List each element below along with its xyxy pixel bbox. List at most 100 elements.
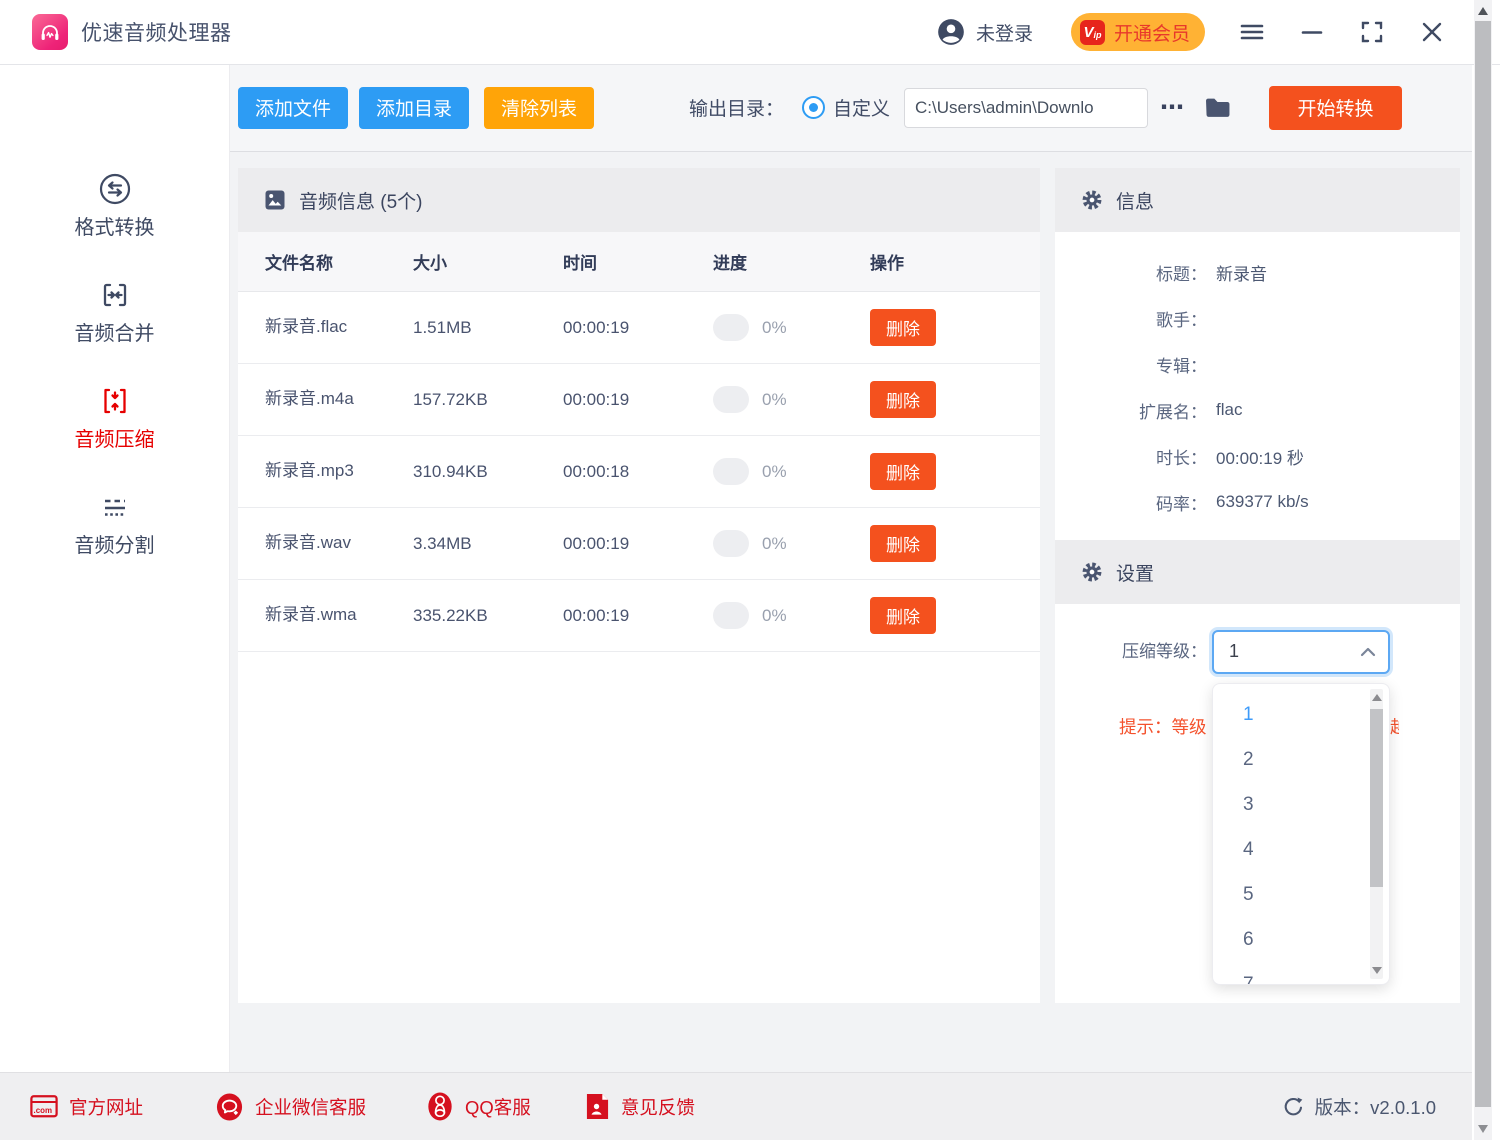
delete-button[interactable]: 删除 [870,381,936,418]
info-label: 标题： [1055,260,1207,285]
sidebar-item-label: 格式转换 [75,211,155,240]
sidebar-item-label: 音频分割 [75,529,155,558]
sidebar-item-audio-compress[interactable]: 音频压缩 [0,384,229,452]
open-folder-icon[interactable] [1203,95,1233,120]
add-folder-button[interactable]: 添加目录 [359,87,469,129]
file-size: 3.34MB [413,534,563,554]
app-logo-icon [32,14,68,50]
file-size: 1.51MB [413,318,563,338]
col-time: 时间 [563,249,713,274]
version-label: 版本：v2.0.1.0 [1315,1094,1436,1120]
col-size: 大小 [413,249,563,274]
svg-text:.com: .com [34,1106,53,1115]
table-row[interactable]: 新录音.wma 335.22KB 00:00:19 0% 删除 [238,580,1040,652]
file-table-panel: 音频信息 (5个) 文件名称 大小 时间 进度 操作 新录音.flac 1.51… [238,168,1040,1003]
table-row[interactable]: 新录音.flac 1.51MB 00:00:19 0% 删除 [238,292,1040,364]
menu-icon[interactable] [1239,19,1265,45]
footer-link-label: 企业微信客服 [255,1094,366,1120]
feedback-link[interactable]: 意见反馈 [585,1092,695,1121]
merge-icon [98,278,132,312]
scroll-down-icon[interactable] [1372,967,1382,974]
dropdown-option[interactable]: 7 [1213,962,1389,985]
progress-percent: 0% [762,534,787,554]
refresh-icon[interactable] [1282,1095,1305,1118]
info-label: 歌手： [1055,306,1207,331]
table-row[interactable]: 新录音.m4a 157.72KB 00:00:19 0% 删除 [238,364,1040,436]
table-column-headers: 文件名称 大小 时间 进度 操作 [238,232,1040,292]
scroll-up-icon[interactable] [1372,694,1382,701]
website-icon: .com [30,1094,58,1119]
sidebar-item-audio-split[interactable]: 音频分割 [0,490,229,558]
file-name: 新录音.flac [265,312,367,343]
file-name: 新录音.wma [265,600,367,631]
compress-level-dropdown: 1 2 3 4 5 6 7 [1212,683,1390,985]
progress-pill [713,314,749,341]
custom-radio-label: 自定义 [833,94,890,121]
window-scrollbar[interactable] [1474,0,1492,1140]
qq-support-link[interactable]: QQ客服 [426,1091,531,1122]
start-convert-button[interactable]: 开始转换 [1269,86,1402,130]
vip-icon: Vip [1080,20,1105,45]
progress-pill [713,602,749,629]
file-size: 157.72KB [413,390,563,410]
sidebar-item-label: 音频合并 [75,317,155,346]
titlebar: 优速音频处理器 未登录 Vip 开通会员 [0,0,1500,65]
col-progress: 进度 [713,249,870,274]
window-scrollbar-thumb[interactable] [1475,21,1491,1107]
dropdown-option[interactable]: 2 [1213,737,1389,782]
dropdown-scrollbar-thumb[interactable] [1370,709,1383,887]
dropdown-option[interactable]: 1 [1213,692,1389,737]
dropdown-scrollbar[interactable] [1370,689,1383,979]
info-value: 00:00:19 秒 [1216,444,1304,469]
info-value: 新录音 [1216,260,1267,285]
sidebar-item-audio-merge[interactable]: 音频合并 [0,278,229,346]
footer-link-label: 官方网址 [69,1094,143,1120]
content-area: 音频信息 (5个) 文件名称 大小 时间 进度 操作 新录音.flac 1.51… [230,152,1472,1072]
scroll-down-icon[interactable] [1478,1125,1488,1133]
compress-level-label: 压缩等级： [1055,630,1207,674]
login-button[interactable]: 未登录 [937,18,1033,46]
file-time: 00:00:19 [563,534,713,554]
dropdown-option[interactable]: 4 [1213,827,1389,872]
close-icon[interactable] [1419,19,1445,45]
info-label: 专辑： [1055,352,1207,377]
sidebar-item-format-convert[interactable]: 格式转换 [0,172,229,240]
table-row[interactable]: 新录音.wav 3.34MB 00:00:19 0% 删除 [238,508,1040,580]
delete-button[interactable]: 删除 [870,525,936,562]
dropdown-option[interactable]: 6 [1213,917,1389,962]
app-title: 优速音频处理器 [81,17,232,47]
file-size: 310.94KB [413,462,563,482]
chevron-up-icon [1360,646,1376,658]
delete-button[interactable]: 删除 [870,597,936,634]
file-size: 335.22KB [413,606,563,626]
compress-icon [98,384,132,418]
delete-button[interactable]: 删除 [870,309,936,346]
output-path-input[interactable] [904,88,1148,128]
progress-pill [713,458,749,485]
file-name: 新录音.m4a [265,384,367,415]
official-website-link[interactable]: .com 官方网址 [30,1094,143,1120]
add-file-button[interactable]: 添加文件 [238,87,348,129]
scroll-up-icon[interactable] [1478,7,1488,15]
minimize-icon[interactable] [1299,19,1325,45]
open-vip-button[interactable]: Vip 开通会员 [1071,13,1205,51]
compress-level-select[interactable]: 1 [1212,630,1390,674]
dropdown-option[interactable]: 3 [1213,782,1389,827]
info-value: 639377 kb/s [1216,492,1309,512]
dropdown-option[interactable]: 5 [1213,872,1389,917]
clear-list-button[interactable]: 清除列表 [484,87,594,129]
table-row[interactable]: 新录音.mp3 310.94KB 00:00:18 0% 删除 [238,436,1040,508]
feedback-icon [585,1092,610,1121]
maximize-icon[interactable] [1359,19,1385,45]
delete-button[interactable]: 删除 [870,453,936,490]
compress-level-value: 1 [1229,641,1239,662]
info-list: 标题：新录音 歌手： 专辑： 扩展名：flac 时长：00:00:19 秒 码率… [1055,232,1460,525]
info-settings-panel: 信息 标题：新录音 歌手： 专辑： 扩展名：flac 时长：00:00:19 秒… [1055,168,1460,1003]
vip-label: 开通会员 [1114,19,1190,46]
sidebar-item-label: 音频压缩 [75,423,155,452]
sidebar: 格式转换 音频合并 音频压缩 音频分割 [0,64,230,1072]
custom-radio[interactable] [802,96,825,119]
info-label: 扩展名： [1055,398,1207,423]
wechat-support-link[interactable]: 企业微信客服 [215,1092,366,1122]
browse-more-button[interactable]: ⋯ [1160,98,1185,118]
